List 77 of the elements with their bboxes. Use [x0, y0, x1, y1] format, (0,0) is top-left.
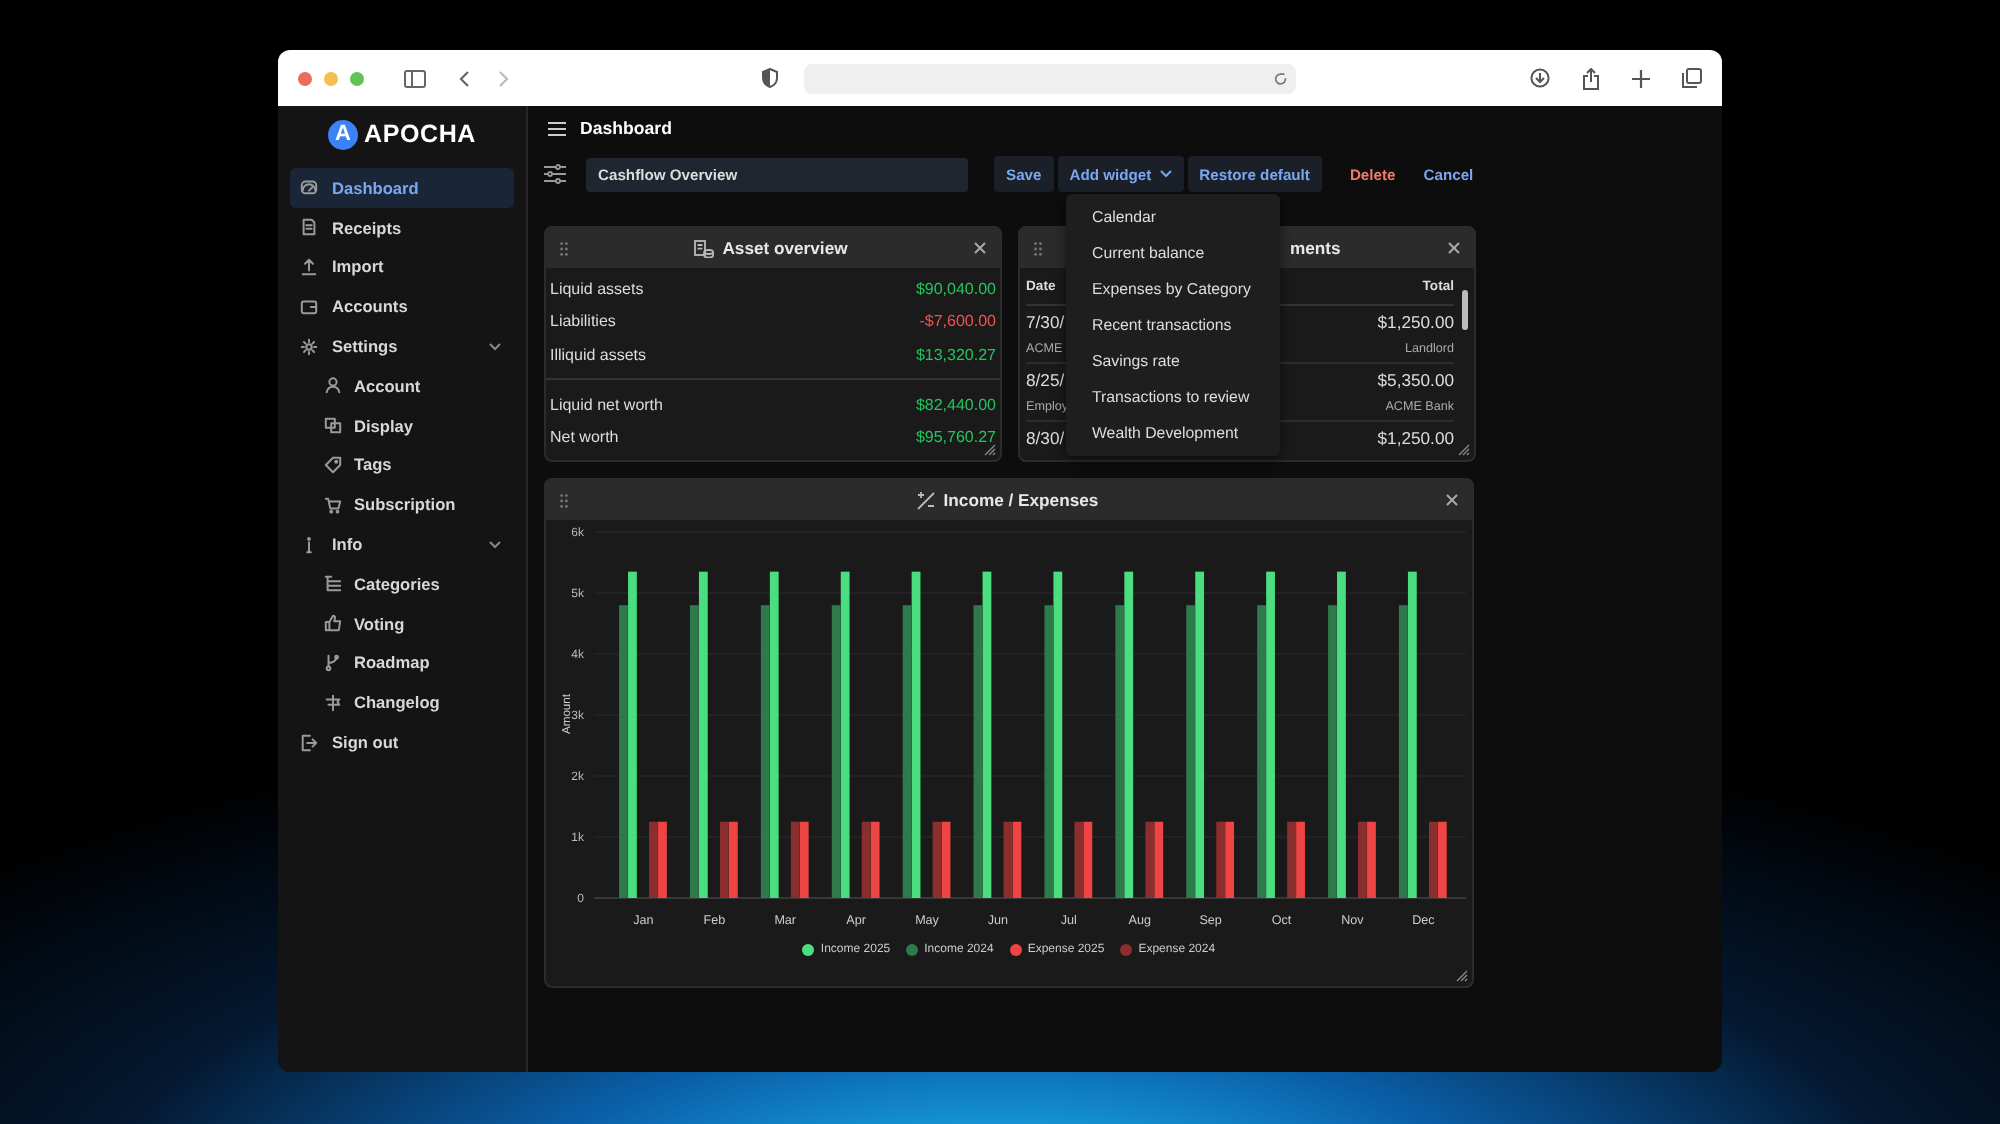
receipt-icon [300, 218, 318, 237]
sign-out-icon [300, 733, 318, 752]
sidebar-item[interactable]: Import [290, 247, 514, 287]
thumbs-up-icon [324, 614, 342, 633]
row-label: Net worth [550, 428, 619, 447]
table-cell-text: 8/25/ [1026, 367, 1065, 393]
sliders-icon[interactable] [544, 164, 566, 184]
sidebar-item[interactable]: Display [290, 405, 514, 446]
drag-handle-icon[interactable] [560, 241, 568, 255]
sidebar-item[interactable]: Categories [290, 563, 514, 604]
resize-handle-icon[interactable] [1456, 970, 1468, 982]
sidebar-item[interactable]: Receipts [290, 207, 514, 248]
coins-icon [694, 239, 715, 257]
chevron-down-icon[interactable] [488, 539, 502, 550]
close-icon[interactable] [1448, 242, 1460, 254]
drag-handle-icon[interactable] [1034, 241, 1042, 255]
widget-title: ments [1290, 238, 1341, 258]
cart-icon [324, 495, 342, 514]
sidebar-item[interactable]: Roadmap [290, 643, 514, 683]
new-tab-icon[interactable] [1632, 69, 1650, 87]
sidebar-item[interactable]: Tags [290, 445, 514, 485]
sidebar-item[interactable]: Info [290, 524, 514, 564]
amount: $90,040.00 [915, 279, 996, 298]
table-cell-text: 8/30/ [1026, 425, 1065, 451]
reload-icon[interactable] [1274, 71, 1288, 85]
signpost-icon [324, 693, 342, 712]
amount: $82,440.00 [915, 395, 996, 414]
page-title: Dashboard [580, 118, 672, 138]
logo-badge: A [328, 119, 359, 149]
row-label: Liquid assets [550, 279, 644, 298]
amount: $13,320.27 [915, 345, 996, 364]
row-label: Illiquid assets [550, 345, 647, 364]
sidebar-item[interactable]: Changelog [290, 682, 514, 723]
table-cell-text: $1,250.00 [1377, 309, 1454, 335]
row-label: Liabilities [550, 312, 616, 331]
widget-title: Asset overview [722, 238, 848, 258]
sidebar-item[interactable]: Settings [290, 326, 514, 366]
sidebar-toggle-icon[interactable] [404, 69, 426, 87]
caret-down-icon [1159, 170, 1172, 178]
wallet-icon [300, 297, 318, 316]
widget-title: Income / Expenses [943, 490, 1099, 510]
display-icon [324, 416, 342, 435]
gear-icon [300, 337, 318, 356]
chevron-down-icon[interactable] [488, 341, 502, 352]
sidebar-item[interactable]: Dashboard [290, 168, 514, 208]
back-icon[interactable] [458, 69, 470, 87]
sidebar-item[interactable]: Accounts [290, 286, 514, 327]
drag-handle-icon[interactable] [560, 493, 568, 507]
download-icon[interactable] [1530, 68, 1550, 88]
menu-icon[interactable] [548, 121, 566, 135]
amount: $95,760.27 [915, 428, 996, 447]
row-label: Liquid net worth [550, 395, 663, 414]
sidebar-item[interactable]: Voting [290, 603, 514, 644]
sidebar-item[interactable]: Subscription [290, 484, 514, 525]
close-icon[interactable] [974, 242, 986, 254]
logo-text: APOCHA [364, 120, 476, 148]
resize-handle-icon[interactable] [984, 444, 996, 456]
user-icon [324, 376, 342, 395]
sidebar-item[interactable]: Sign out [290, 722, 514, 762]
amount: -$7,600.00 [919, 312, 996, 331]
info-icon [300, 535, 318, 554]
share-icon[interactable] [1582, 67, 1600, 89]
tag-icon [324, 455, 342, 474]
list-icon [324, 574, 342, 593]
scrollbar-thumb[interactable] [1462, 290, 1468, 330]
close-icon[interactable] [1446, 494, 1458, 506]
table-cell-text: 7/30/ [1026, 309, 1065, 335]
gauge-icon [300, 178, 318, 197]
shield-icon [762, 68, 778, 88]
sidebar-item[interactable]: Account [290, 365, 514, 406]
branch-icon [324, 653, 342, 672]
table-cell-text: $1,250.00 [1377, 425, 1454, 451]
resize-handle-icon[interactable] [1458, 444, 1470, 456]
table-cell-text: $5,350.00 [1377, 367, 1454, 393]
upload-icon [300, 257, 318, 276]
close-window-button[interactable] [298, 71, 312, 85]
tabs-overview-icon[interactable] [1682, 68, 1702, 88]
